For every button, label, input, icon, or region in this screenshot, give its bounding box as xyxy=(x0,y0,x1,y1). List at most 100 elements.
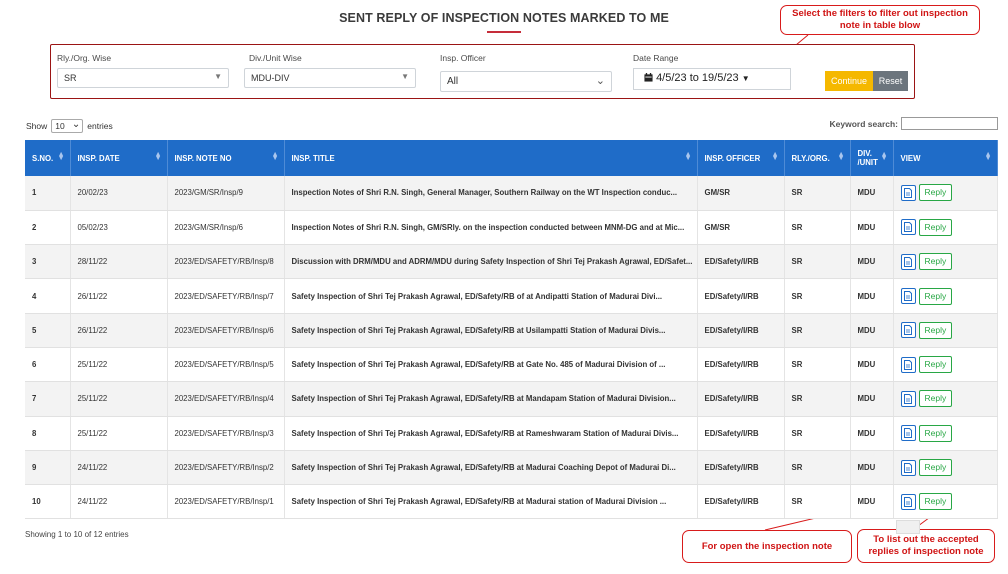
entries-label: entries xyxy=(87,121,113,131)
rly-org-cell: SR xyxy=(784,416,851,451)
serial-number-cell: 10 xyxy=(25,484,71,520)
column-header-label: DIV. /UNIT xyxy=(857,149,878,167)
insp-title-cell: Safety Inspection of Shri Tej Prakash Ag… xyxy=(284,278,698,314)
table-row: 7 25/11/22 2023/ED/SAFETY/RB/Insp/4 Safety … xyxy=(25,381,998,417)
insp-note-no-cell: 2023/ED/SAFETY/RB/Insp/4 xyxy=(167,381,285,417)
sort-arrows-icon: ▲ ▼ xyxy=(271,151,279,162)
view-note-button[interactable] xyxy=(900,356,916,373)
view-note-button[interactable] xyxy=(900,390,916,407)
date-range-picker[interactable]: 4/5/23 to 19/5/23 ▼ xyxy=(633,68,791,90)
replies-annotation: To list out the accepted replies of inspe… xyxy=(857,529,995,563)
insp-officer-cell: ED/Safety/I/RB xyxy=(697,484,785,520)
reply-button[interactable]: Reply xyxy=(918,356,953,374)
column-header[interactable]: VIEW ▲ ▼ xyxy=(893,140,998,176)
insp-note-no-cell: 2023/ED/SAFETY/RB/Insp/3 xyxy=(167,416,285,451)
reply-button[interactable]: Reply xyxy=(918,459,953,477)
insp-date-cell: 25/11/22 xyxy=(70,381,168,417)
column-header[interactable]: DIV. /UNIT ▲ ▼ xyxy=(850,140,894,176)
column-header[interactable]: RLY./ORG. ▲ ▼ xyxy=(784,140,851,176)
sort-arrows-icon: ▲ ▼ xyxy=(57,151,65,162)
column-header[interactable]: INSP. OFFICER ▲ ▼ xyxy=(697,140,785,176)
view-note-button[interactable] xyxy=(900,184,916,201)
view-note-button[interactable] xyxy=(900,219,916,236)
insp-date-cell: 26/11/22 xyxy=(70,313,168,348)
insp-officer-cell: ED/Safety/I/RB xyxy=(697,416,785,451)
div-filter-value: MDU-DIV xyxy=(251,73,290,83)
table-header-row: S.NO. ▲ ▼ INSP. DATE ▲ ▼ INSP. NOTE NO ▲ ▼ INSP. … xyxy=(25,140,998,176)
filters-annotation: Select the filters to filter out inspect… xyxy=(780,5,980,35)
entries-length-select[interactable]: 10 ⌄ xyxy=(51,119,84,133)
insp-date-cell: 26/11/22 xyxy=(70,278,168,314)
keyword-search-input[interactable] xyxy=(901,117,998,130)
column-header[interactable]: S.NO. ▲ ▼ xyxy=(25,140,71,176)
rly-org-cell: SR xyxy=(784,313,851,348)
insp-officer-cell: GM/SR xyxy=(697,176,785,211)
sort-arrows-icon: ▲ ▼ xyxy=(154,151,162,162)
insp-title-cell: Safety Inspection of Shri Tej Prakash Ag… xyxy=(284,416,698,451)
reply-button[interactable]: Reply xyxy=(918,390,953,408)
insp-note-no-cell: 2023/ED/SAFETY/RB/Insp/5 xyxy=(167,347,285,383)
column-header-label: INSP. DATE xyxy=(77,153,120,163)
column-header[interactable]: INSP. TITLE ▲ ▼ xyxy=(284,140,698,176)
reply-button[interactable]: Reply xyxy=(918,253,953,271)
insp-date-cell: 05/02/23 xyxy=(70,210,168,246)
view-note-button[interactable] xyxy=(900,322,916,339)
insp-officer-cell: ED/Safety/I/RB xyxy=(697,313,785,348)
view-note-button[interactable] xyxy=(900,459,916,476)
div-filter-select[interactable]: MDU-DIV ▼ xyxy=(244,68,416,88)
pagination-button[interactable] xyxy=(896,520,920,534)
reply-button[interactable]: Reply xyxy=(918,321,953,339)
insp-officer-cell: ED/Safety/I/RB xyxy=(697,347,785,383)
reply-button[interactable]: Reply xyxy=(918,493,953,511)
insp-note-no-cell: 2023/GM/SR/Insp/9 xyxy=(167,176,285,211)
insp-title-cell: Safety Inspection of Shri Tej Prakash Ag… xyxy=(284,450,698,486)
document-icon xyxy=(904,428,912,439)
insp-title-cell: Discussion with DRM/MDU and ADRM/MDU dur… xyxy=(284,244,698,280)
view-note-button[interactable] xyxy=(900,425,916,442)
entries-length-control: Show 10 ⌄ entries xyxy=(26,119,113,133)
div-unit-cell: MDU xyxy=(850,381,894,417)
insp-note-no-cell: 2023/ED/SAFETY/RB/Insp/8 xyxy=(167,244,285,280)
rly-org-cell: SR xyxy=(784,176,851,211)
table-row: 2 05/02/23 2023/GM/SR/Insp/6 Inspection Not… xyxy=(25,210,998,246)
insp-note-no-cell: 2023/ED/SAFETY/RB/Insp/2 xyxy=(167,450,285,486)
reply-button[interactable]: Reply xyxy=(918,424,953,442)
div-unit-cell: MDU xyxy=(850,450,894,486)
reply-button[interactable]: Reply xyxy=(918,184,953,202)
column-header[interactable]: INSP. NOTE NO ▲ ▼ xyxy=(167,140,285,176)
open-note-annotation: For open the inspection note xyxy=(682,530,852,563)
rly-org-cell: SR xyxy=(784,278,851,314)
rly-org-cell: SR xyxy=(784,210,851,246)
officer-filter-select[interactable]: All ⌄ xyxy=(440,71,612,92)
reset-button[interactable]: Reset xyxy=(873,71,908,91)
view-note-button[interactable] xyxy=(900,493,916,510)
insp-date-cell: 25/11/22 xyxy=(70,347,168,383)
serial-number-cell: 3 xyxy=(25,244,71,280)
column-header-label: S.NO. xyxy=(32,153,54,163)
document-icon xyxy=(904,256,912,267)
view-note-button[interactable] xyxy=(900,253,916,270)
view-note-button[interactable] xyxy=(900,288,916,305)
caret-down-icon: ▼ xyxy=(741,74,750,83)
serial-number-cell: 5 xyxy=(25,313,71,348)
reply-button[interactable]: Reply xyxy=(918,287,953,305)
insp-title-cell: Inspection Notes of Shri R.N. Singh, GM/… xyxy=(284,210,698,246)
inspection-notes-table: S.NO. ▲ ▼ INSP. DATE ▲ ▼ INSP. NOTE NO ▲ ▼ INSP. … xyxy=(25,140,998,520)
insp-officer-cell: ED/Safety/I/RB xyxy=(697,450,785,486)
insp-date-cell: 24/11/22 xyxy=(70,450,168,486)
rly-filter-select[interactable]: SR ▼ xyxy=(57,68,229,88)
rly-filter-label: Rly./Org. Wise xyxy=(57,53,112,63)
reply-button[interactable]: Reply xyxy=(918,218,953,236)
insp-note-no-cell: 2023/GM/SR/Insp/6 xyxy=(167,210,285,246)
table-row: 4 26/11/22 2023/ED/SAFETY/RB/Insp/7 Safety … xyxy=(25,278,998,314)
div-unit-cell: MDU xyxy=(850,244,894,280)
serial-number-cell: 9 xyxy=(25,450,71,486)
continue-button[interactable]: Continue xyxy=(825,71,873,91)
column-header[interactable]: INSP. DATE ▲ ▼ xyxy=(70,140,168,176)
table-row: 9 24/11/22 2023/ED/SAFETY/RB/Insp/2 Safety … xyxy=(25,450,998,486)
rly-org-cell: SR xyxy=(784,450,851,486)
column-header-label: INSP. OFFICER xyxy=(704,153,761,163)
caret-down-icon: ▼ xyxy=(401,72,409,81)
sort-arrows-icon: ▲ ▼ xyxy=(684,151,692,162)
insp-note-no-cell: 2023/ED/SAFETY/RB/Insp/1 xyxy=(167,484,285,520)
